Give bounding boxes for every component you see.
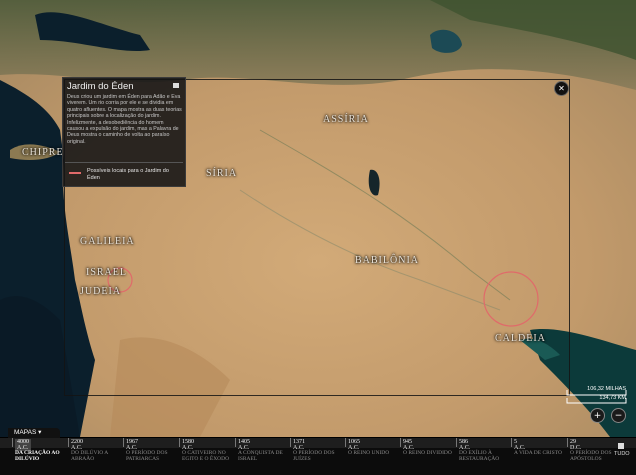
era-label: O REINO DIVIDIDO [403, 450, 452, 456]
era-tick [123, 438, 124, 447]
legend-label: Possíveis locais para o Jardim do Éden [87, 168, 169, 181]
era-label: A VIDA DE CRISTO [514, 450, 562, 456]
map-scale: 106,32 MILHAS 134,73 KM [566, 386, 628, 405]
era-label: O CATIVEIRO NO EGITO E O ÊXODO [182, 450, 230, 463]
legend-line-icon [69, 172, 81, 174]
all-button[interactable]: TUDO [614, 451, 630, 457]
era-tick [456, 438, 457, 447]
era-label: O PERÍODO DOS JUÍZES [293, 450, 335, 463]
zoom-in-icon: + [593, 411, 602, 421]
close-icon[interactable]: ✕ [554, 81, 569, 96]
info-panel: Jardim do Éden Deus criou um jardim em É… [62, 77, 186, 187]
era-label: DO DILÚVIO A ABRAÃO [71, 450, 108, 463]
label-chipre: CHIPRE [22, 147, 64, 158]
era-label: DA CRIAÇÃO AO DILÚVIO [15, 450, 60, 463]
minimize-icon[interactable] [173, 83, 179, 88]
era-tick [12, 438, 13, 447]
era-label: O REINO UNIDO [348, 450, 390, 456]
era-tick [179, 438, 180, 447]
scale-km: 134,73 KM [599, 395, 626, 401]
era-tick [235, 438, 236, 447]
panel-divider [65, 162, 183, 163]
era-tick [68, 438, 69, 447]
all-icon[interactable] [618, 443, 624, 449]
era-tick [290, 438, 291, 447]
era-label: DO EXÍLIO À RESTAURAÇÃO [459, 450, 500, 463]
timeline: 4000 A.C. DA CRIAÇÃO AO DILÚVIO 2200 A.C. D… [0, 438, 636, 475]
zoom-out-icon: − [614, 411, 623, 421]
panel-description: Deus criou um jardim em Éden para Adão e… [67, 94, 182, 145]
zoom-in-button[interactable]: + [590, 408, 605, 423]
era-tick [400, 438, 401, 447]
era-tick [345, 438, 346, 447]
zoom-out-button[interactable]: − [611, 408, 626, 423]
scale-miles: 106,32 MILHAS [587, 386, 626, 392]
timeline-bar [0, 438, 636, 448]
era-label: O PERÍODO DOS PATRIARCAS [126, 450, 168, 463]
maps-menu-button[interactable]: MAPAS ▾ [8, 428, 60, 438]
era-tick [511, 438, 512, 447]
panel-title: Jardim do Éden [67, 81, 134, 92]
era-tick [567, 438, 568, 447]
era-label: A CONQUISTA DE ISRAEL [238, 450, 283, 463]
